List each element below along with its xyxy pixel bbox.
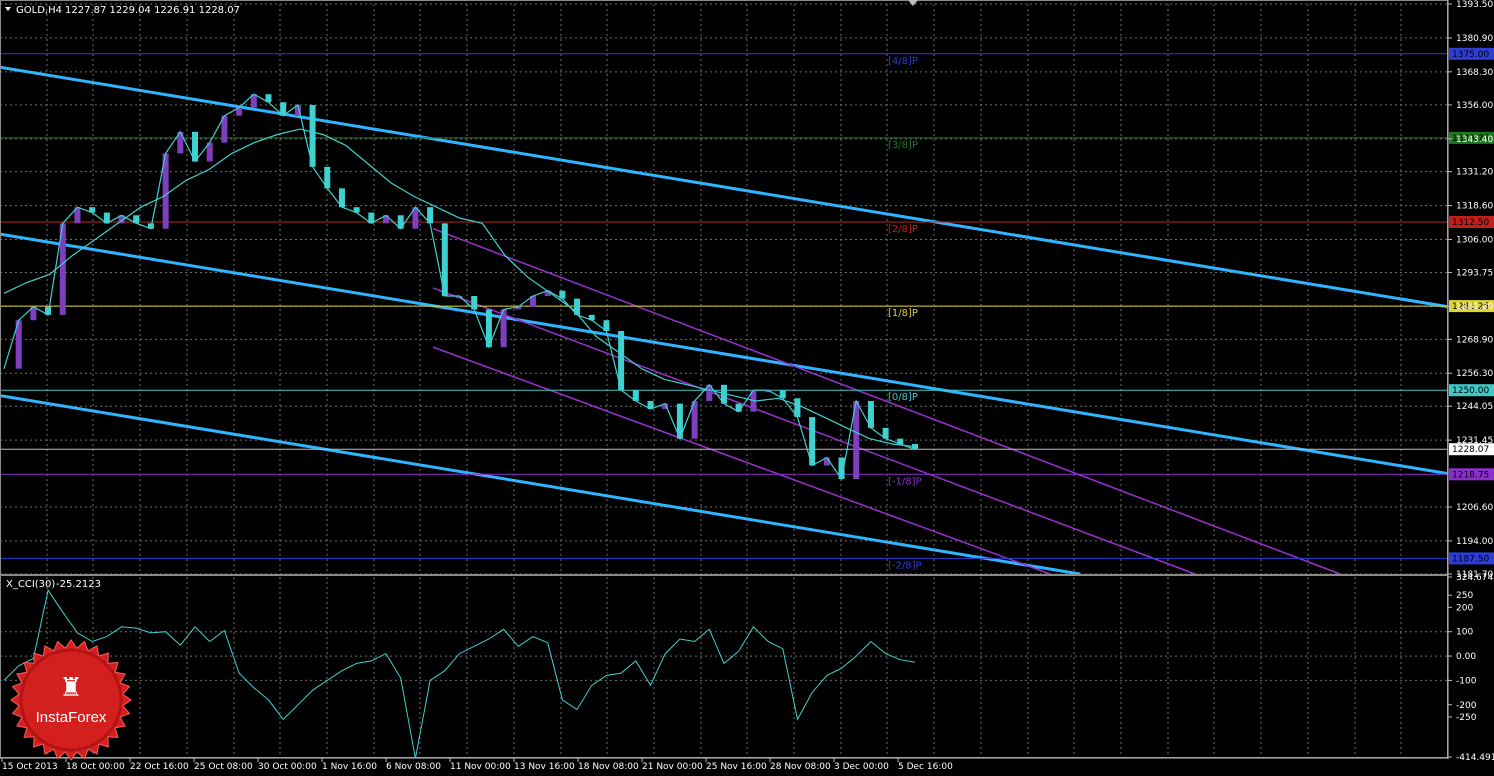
y-tick-label: 1331.20: [1456, 168, 1493, 178]
x-tick-label: 11 Nov 00:00: [450, 762, 511, 772]
level-tag: [2/8]P: [888, 224, 918, 235]
level-price-label: 1312.50: [1452, 218, 1489, 228]
cci-y-tick-label: -200: [1456, 701, 1477, 711]
x-tick-label: 30 Oct 00:00: [258, 762, 317, 772]
chart-symbol: GOLD,H4: [16, 5, 62, 16]
y-tick-label: 1206.60: [1456, 503, 1493, 513]
x-tick-label: 13 Nov 16:00: [514, 762, 575, 772]
logo-emblem-icon: ♜: [59, 673, 82, 703]
x-tick-label: 25 Oct 08:00: [194, 762, 253, 772]
level-tag: [4/8]P: [888, 56, 918, 67]
channel-inner-lower: [432, 346, 1051, 575]
x-tick-label: 5 Dec 16:00: [898, 762, 953, 772]
y-tick-label: 1244.05: [1456, 402, 1493, 412]
grid: [0, 3, 1447, 757]
cci-y-tick-label: 324.6748: [1456, 573, 1494, 583]
chart-window[interactable]: 1375.00 [4/8]P 1343.75 [3/8]P 1312.50 [2/8]P 1…: [0, 0, 1494, 772]
y-tick-label: 1318.60: [1456, 202, 1493, 212]
indicator-value: -25.2123: [56, 579, 101, 590]
x-tick-label: 18 Oct 00:00: [66, 762, 125, 772]
y-tick-label: 1268.90: [1456, 335, 1493, 345]
y-tick-label: 1281.20: [1456, 302, 1493, 312]
x-tick-label: 18 Nov 08:00: [578, 762, 639, 772]
level-tag: [0/8]P: [888, 392, 918, 403]
cci-y-tick-label: -250: [1456, 713, 1477, 723]
cci-y-tick-label: 200: [1456, 603, 1473, 613]
level-price-label: 1218.75: [1452, 470, 1489, 480]
y-tick-label: 1356.00: [1456, 101, 1493, 111]
x-tick-label: 28 Nov 08:00: [770, 762, 831, 772]
cci-series: [3, 589, 916, 759]
indicator-panel-frame: [0, 575, 1448, 758]
price-panel-frame: [0, 0, 1448, 575]
level-tag: [3/8]P: [888, 140, 918, 151]
y-tick-label: 1256.30: [1456, 369, 1493, 379]
level-price-label: 1250.00: [1452, 386, 1489, 396]
x-tick-label: 6 Nov 08:00: [386, 762, 441, 772]
x-tick-label: 15 Oct 2013: [2, 762, 58, 772]
current-price-label: 1228.07: [1452, 445, 1489, 455]
cci-y-tick-label: 100: [1456, 628, 1473, 638]
indicator-label: X_CCI(30): [6, 579, 55, 590]
y-tick-label: 1343.40: [1456, 135, 1493, 145]
chart-shift-marker-icon: [908, 0, 918, 6]
cci-y-tick-label: 0.00: [1456, 652, 1476, 662]
y-tick-label: 1306.00: [1456, 235, 1493, 245]
price-series: [3, 93, 918, 481]
instaforex-logo[interactable]: ♜ InstaForex: [10, 639, 132, 761]
cci-y-tick-label: -414.4914: [1456, 753, 1494, 763]
price-line: [3, 93, 916, 481]
chart-ohlc: 1227.87 1229.04 1226.91 1228.07: [65, 5, 240, 16]
y-tick-label: 1231.45: [1456, 436, 1493, 446]
y-tick-label: 1293.75: [1456, 268, 1493, 278]
x-tick-label: 25 Nov 16:00: [706, 762, 767, 772]
price-chart[interactable]: 1375.00[4/8]P1343.75[3/8]P1312.50[2/8]P1…: [0, 0, 1494, 772]
logo-text: InstaForex: [36, 709, 107, 726]
level-tag: [-2/8]P: [888, 560, 922, 571]
x-tick-label: 21 Nov 00:00: [642, 762, 703, 772]
channel-lines: [0, 65, 1449, 576]
y-tick-label: 1393.50: [1456, 0, 1493, 10]
cci-line: [3, 589, 916, 759]
y-tick-label: 1380.90: [1456, 34, 1493, 44]
level-price-label: 1187.50: [1452, 554, 1489, 564]
y-tick-label: 1368.30: [1456, 68, 1493, 78]
moving-average-line: [3, 128, 916, 448]
cci-y-tick-label: 250: [1456, 591, 1473, 601]
x-tick-label: 3 Dec 00:00: [834, 762, 889, 772]
symbol-dropdown-icon: [5, 7, 11, 11]
cci-y-tick-label: -100: [1456, 676, 1477, 686]
level-price-label: 1375.00: [1452, 50, 1489, 60]
level-tag: [1/8]P: [888, 308, 918, 319]
y-tick-label: 1194.00: [1456, 537, 1493, 547]
x-tick-label: 1 Nov 16:00: [322, 762, 377, 772]
level-tag: [-1/8]P: [888, 476, 922, 487]
x-tick-label: 22 Oct 16:00: [130, 762, 189, 772]
